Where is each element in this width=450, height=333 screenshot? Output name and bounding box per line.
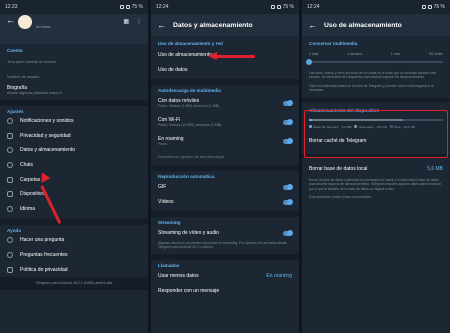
annotation-arrowhead: [208, 52, 217, 60]
battery-percent: 75 %: [282, 4, 294, 10]
wifi-toggle[interactable]: [283, 119, 293, 125]
annotation-highlight-box: [304, 110, 448, 158]
database-size: 5,6 MB: [427, 166, 443, 173]
wifi-icon: [270, 5, 275, 9]
menu-label: Privacidad y seguridad: [20, 132, 71, 139]
page-title: Datos y almacenamiento: [173, 21, 253, 29]
roaming-toggle[interactable]: [283, 138, 293, 144]
battery-percent: 75 %: [131, 4, 143, 10]
status-bar: 12:23 75 %: [0, 0, 148, 14]
tick-label: Sin límite: [429, 52, 443, 56]
menu-notifications[interactable]: Notificaciones y sonidos: [0, 114, 148, 129]
menu-label: Carpetas: [20, 176, 41, 183]
keep-media-slider-knob[interactable]: [306, 59, 312, 65]
videos-toggle[interactable]: [283, 199, 293, 205]
help-circle-icon: [7, 252, 13, 259]
status-bar: 12:24 75 %: [302, 0, 450, 14]
menu-label: Notificaciones y sonidos: [20, 118, 74, 125]
mobile-data-row[interactable]: Con datos móviles Fotos, Vídeos (1 MB), …: [151, 98, 299, 108]
status-time: 12:23: [5, 4, 18, 10]
menu-privacy[interactable]: Privacidad y seguridad: [0, 129, 148, 144]
data-storage-panel: 12:24 75 % ← Datos y almacenamiento Uso …: [151, 0, 299, 333]
menu-data-storage[interactable]: Datos y almacenamiento: [0, 143, 148, 158]
menu-privacy-policy[interactable]: Política de privacidad: [0, 262, 148, 277]
keep-media-description-2: Toda la multimedia estará en la nube de …: [309, 83, 434, 92]
status-bar: 12:24 75 %: [151, 0, 299, 14]
keep-media-description: Las fotos, vídeos y otros archivos de lo…: [309, 71, 437, 80]
streaming-toggle[interactable]: [283, 230, 293, 236]
menu-chats[interactable]: Chats: [0, 158, 148, 173]
reply-with-message-item[interactable]: Responder con un mensaje: [151, 288, 299, 294]
roaming-sub: Fotos: [158, 142, 167, 146]
clear-database-label: Borrar base de datos local: [309, 166, 368, 173]
more-options-icon[interactable]: ⋮: [136, 18, 142, 25]
bell-icon: [7, 118, 13, 125]
status-time: 12:24: [156, 4, 169, 10]
wifi-icon: [421, 5, 426, 9]
qr-code-icon[interactable]: ▦: [123, 18, 129, 25]
menu-devices[interactable]: Dispositivos: [0, 187, 148, 202]
gif-toggle[interactable]: [283, 184, 293, 190]
back-arrow-icon[interactable]: ←: [6, 16, 15, 25]
menu-label: Datos y almacenamiento: [20, 147, 76, 154]
menu-faq[interactable]: Preguntas frecuentes: [0, 248, 148, 263]
profile-header: ← en línea ▦ ⋮: [0, 14, 148, 44]
gif-label: GIF: [158, 184, 167, 190]
globe-icon: [7, 205, 13, 212]
battery-icon: [427, 5, 432, 9]
mobile-data-sub: Fotos, Vídeos (1 MB), Archivos (1 MB): [158, 104, 220, 108]
menu-label: Preguntas frecuentes: [20, 252, 68, 259]
chat-question-icon: [7, 237, 13, 244]
keep-media-slider[interactable]: [306, 59, 443, 65]
database-description-2: Esta operación puede tomar unos minutos.: [309, 195, 372, 200]
roaming-row[interactable]: En roaming Fotos: [151, 136, 299, 146]
streaming-label: Streaming de vídeo y audio: [158, 230, 219, 236]
pie-chart-icon: [7, 147, 13, 154]
videos-label: Vídeos: [158, 199, 174, 205]
mobile-data-toggle[interactable]: [283, 100, 293, 106]
app-bar: ← Datos y almacenamiento: [151, 14, 299, 36]
page-title: Uso de almacenamiento: [324, 21, 402, 29]
tick-label: 1 mes: [390, 52, 401, 56]
app-bar: ← Uso de almacenamiento: [302, 14, 450, 36]
settings-panel: 12:23 75 % ← en línea ▦ ⋮ Cuenta Toca pa…: [0, 0, 148, 333]
menu-label: Hacer una pregunta: [20, 237, 65, 244]
wifi-sub: Fotos, Vídeos (15 MB), Archivos (3 MB): [158, 123, 222, 127]
less-data-value: En roaming: [266, 272, 292, 279]
menu-label: Chats: [20, 162, 34, 169]
menu-label: Política de privacidad: [20, 266, 68, 273]
version-footer: Telegram para Android v8.2.2 (2496) arm6…: [0, 276, 148, 290]
storage-usage-panel: 12:24 75 % ← Uso de almacenamiento Conse…: [302, 0, 450, 333]
folder-icon: [7, 176, 13, 183]
menu-label: Idioma: [20, 205, 36, 212]
tick-label: 3 días: [309, 52, 319, 56]
back-arrow-icon[interactable]: ←: [308, 20, 317, 30]
battery-percent: 75 %: [433, 4, 445, 10]
tick-label: 1 semana: [347, 52, 363, 56]
annotation-arrow: [215, 55, 255, 58]
menu-language[interactable]: Idioma: [0, 202, 148, 217]
chat-bubble-icon: [7, 162, 13, 169]
battery-icon: [276, 5, 281, 9]
avatar[interactable]: [18, 15, 32, 29]
menu-folders[interactable]: Carpetas: [0, 172, 148, 187]
wifi-row[interactable]: Con Wi-Fi Fotos, Vídeos (15 MB), Archivo…: [151, 117, 299, 127]
back-arrow-icon[interactable]: ←: [157, 20, 166, 30]
shield-icon: [7, 266, 13, 273]
online-status: en línea: [36, 24, 51, 29]
less-data-label: Usar menos datos: [158, 272, 199, 279]
battery-icon: [125, 5, 130, 9]
status-time: 12:24: [307, 4, 320, 10]
devices-icon: [7, 191, 13, 198]
streaming-hint: Algunos vídeos no se pueden reproducir e…: [158, 241, 287, 250]
database-description: Borrar la base de datos optimizará los m…: [309, 178, 442, 191]
wifi-icon: [119, 5, 124, 9]
menu-ask-question[interactable]: Hacer una pregunta: [0, 233, 148, 248]
lock-icon: [7, 132, 13, 139]
